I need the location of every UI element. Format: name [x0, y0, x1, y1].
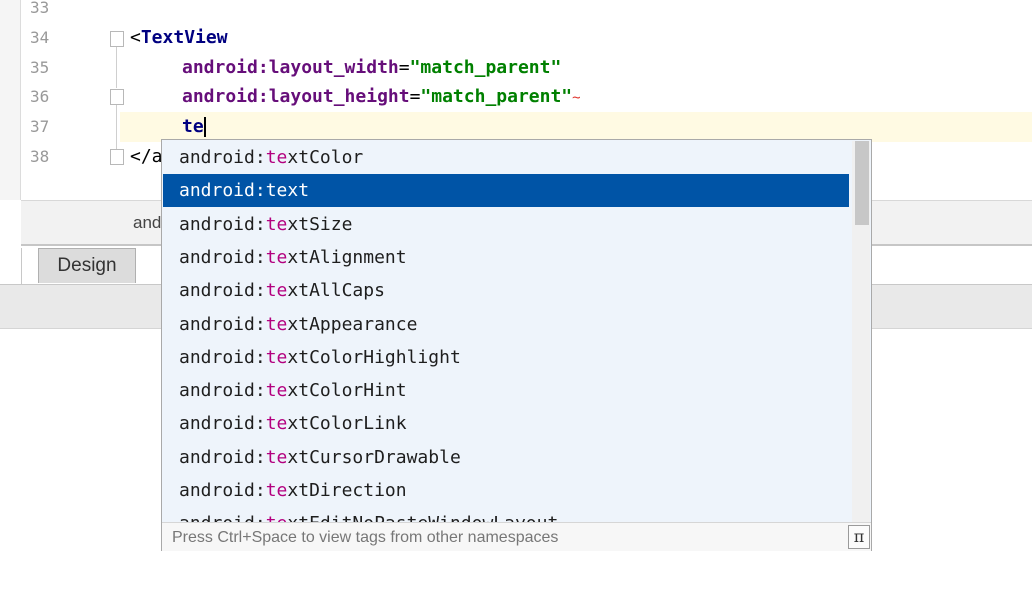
code-content: </a [130, 142, 163, 172]
item-namespace: android: [179, 346, 266, 368]
item-namespace: android: [179, 180, 266, 202]
fold-end-icon[interactable] [110, 149, 124, 165]
item-rest: xtCursorDrawable [287, 446, 461, 468]
attribute-name: android:layout_width [182, 57, 399, 78]
completion-item[interactable]: android:textColorHighlight [163, 341, 849, 374]
item-rest: xtAllCaps [287, 280, 385, 302]
item-rest: xtColor [287, 147, 364, 168]
item-namespace: android: [179, 380, 266, 402]
item-namespace: android: [179, 480, 266, 501]
item-rest: xtAlignment [287, 246, 407, 268]
item-namespace: android: [179, 413, 266, 435]
item-match: te [265, 246, 288, 268]
code-line-36: 36 android:layout_height="match_parent"~ [0, 82, 1032, 112]
item-match: te [265, 380, 288, 402]
item-namespace: android: [179, 213, 266, 235]
line-number: 33 [30, 0, 50, 17]
line-number: 38 [30, 147, 50, 166]
item-rest: xtAppearance [287, 313, 418, 335]
code-content[interactable]: te [182, 112, 206, 142]
line-number: 34 [30, 28, 50, 47]
code-line-33: 33 [0, 0, 1032, 23]
completion-list: android:textColor android:text android:tex… [163, 141, 849, 522]
item-match: te [265, 280, 288, 302]
equals-sign: = [398, 57, 410, 78]
item-match: te [265, 147, 288, 168]
item-match: te [265, 446, 288, 468]
code-content: android:layout_width="match_parent" [182, 53, 561, 83]
line-number: 36 [30, 87, 50, 106]
closing-tag: </a [130, 146, 163, 167]
fold-toggle-icon[interactable] [110, 31, 124, 47]
item-rest: xtColorLink [287, 413, 407, 435]
item-rest: xtSize [287, 213, 353, 235]
completion-hint: Press Ctrl+Space to view tags from other… [172, 529, 559, 546]
item-rest: xt [287, 180, 310, 202]
completion-item[interactable]: android:textCursorDrawable [163, 441, 849, 474]
typed-text: te [182, 116, 204, 137]
item-match: te [265, 213, 288, 235]
item-rest: xtColorHighlight [287, 346, 461, 368]
item-namespace: android: [179, 280, 266, 302]
warning-squiggle-icon: ~ [572, 90, 581, 106]
code-line-34: 34 <TextView [0, 23, 1032, 53]
completion-scroll-thumb[interactable] [855, 141, 869, 225]
item-namespace: android: [179, 147, 266, 168]
line-number: 37 [30, 117, 50, 136]
item-match: te [266, 513, 288, 522]
attribute-name: android:layout_height [182, 86, 410, 107]
completion-item[interactable]: android:textAppearance [163, 308, 849, 341]
item-match: te [265, 313, 288, 335]
tabbar-edge [21, 248, 22, 284]
completion-item[interactable]: android:textSize [163, 208, 849, 241]
code-content: android:layout_height="match_parent"~ [182, 82, 581, 113]
code-content: <TextView [130, 23, 228, 53]
item-rest: xtEditNoPasteWindowLayout [287, 513, 558, 522]
breadcrumb-text[interactable]: and [133, 213, 161, 233]
attribute-value: "match_parent" [420, 86, 573, 107]
text-caret [203, 117, 206, 137]
completion-item[interactable]: android:textColor [163, 141, 849, 174]
attribute-value: "match_parent" [409, 57, 562, 78]
item-match: te [265, 413, 288, 435]
completion-item[interactable]: android:textDirection [163, 474, 849, 507]
item-rest: xtDirection [287, 480, 407, 501]
item-match: te [265, 346, 288, 368]
tag-bracket: < [130, 27, 141, 48]
item-match: te [265, 480, 288, 501]
fold-end-icon[interactable] [110, 89, 124, 105]
tab-design[interactable]: Design [38, 248, 136, 283]
item-namespace: android: [163, 513, 266, 522]
item-rest: xtColorHint [287, 380, 407, 402]
item-namespace: android: [179, 313, 266, 335]
item-namespace: android: [179, 446, 266, 468]
tag-name: TextView [140, 27, 228, 48]
completion-item[interactable]: android:textAlignment [163, 241, 849, 274]
completion-item[interactable]: android:textColorHint [163, 374, 849, 407]
equals-sign: = [409, 86, 421, 107]
completion-item[interactable]: android:textAllCaps [163, 274, 849, 307]
code-line-37: 37 te [0, 112, 1032, 142]
line-number: 35 [30, 58, 50, 77]
code-line-35: 35 android:layout_width="match_parent" [0, 53, 1032, 83]
pi-icon[interactable]: π [848, 525, 870, 549]
completion-item[interactable]: android:textColorLink [163, 407, 849, 440]
completion-item[interactable]: android:text [163, 174, 849, 208]
item-namespace: android: [179, 246, 266, 268]
completion-item[interactable]: android:textEditNoPasteWindowLayout [163, 507, 849, 522]
code-completion-popup: android:textColor android:text android:tex… [161, 139, 872, 551]
completion-footer: Press Ctrl+Space to view tags from other… [162, 522, 871, 551]
item-match: te [265, 180, 288, 202]
